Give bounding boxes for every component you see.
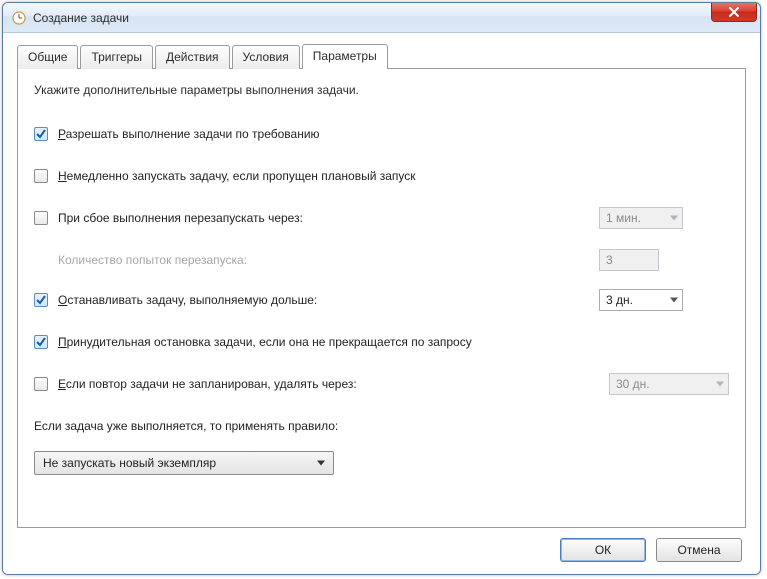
spin-restart-count-value: 3 bbox=[606, 253, 613, 267]
checkbox-stop-if-longer[interactable] bbox=[34, 293, 48, 307]
combo-restart-interval-value: 1 мин. bbox=[606, 211, 641, 225]
label-run-if-missed: Немедленно запускать задачу, если пропущ… bbox=[58, 169, 416, 183]
checkbox-restart-on-fail[interactable] bbox=[34, 211, 48, 225]
row-restart-on-fail: При сбое выполнения перезапускать через:… bbox=[34, 207, 729, 229]
row-run-if-missed: Немедленно запускать задачу, если пропущ… bbox=[34, 165, 729, 187]
tab-actions[interactable]: Действия bbox=[155, 45, 230, 69]
dialog-window: Создание задачи Общие Триггеры Действия … bbox=[2, 2, 761, 575]
label-delete-after: Если повтор задачи не запланирован, удал… bbox=[58, 377, 357, 391]
checkbox-force-stop[interactable] bbox=[34, 335, 48, 349]
chevron-down-icon bbox=[670, 298, 678, 303]
spin-restart-count: 3 bbox=[599, 249, 659, 271]
button-bar: ОК Отмена bbox=[17, 528, 746, 562]
tab-panel-settings: Укажите дополнительные параметры выполне… bbox=[17, 68, 746, 528]
combo-stop-duration-value: 3 дн. bbox=[606, 293, 633, 307]
combo-delete-after-value: 30 дн. bbox=[616, 377, 650, 391]
window-title: Создание задачи bbox=[33, 11, 129, 25]
label-allow-on-demand: Разрешать выполнение задачи по требовани… bbox=[58, 127, 320, 141]
chevron-down-icon bbox=[716, 382, 724, 387]
app-icon bbox=[11, 10, 27, 26]
combo-restart-interval: 1 мин. bbox=[599, 207, 683, 229]
combo-running-rule-value: Не запускать новый экземпляр bbox=[43, 456, 216, 470]
checkbox-delete-after[interactable] bbox=[34, 377, 48, 391]
label-restart-count: Количество попыток перезапуска: bbox=[58, 253, 247, 267]
chevron-down-icon bbox=[317, 461, 325, 466]
panel-description: Укажите дополнительные параметры выполне… bbox=[34, 83, 729, 97]
combo-delete-after: 30 дн. bbox=[609, 373, 729, 395]
checkbox-run-if-missed[interactable] bbox=[34, 169, 48, 183]
combo-running-rule[interactable]: Не запускать новый экземпляр bbox=[34, 451, 334, 475]
cancel-button[interactable]: Отмена bbox=[656, 538, 742, 562]
tab-settings[interactable]: Параметры bbox=[302, 44, 388, 69]
row-restart-count: Количество попыток перезапуска: 3 bbox=[34, 249, 729, 271]
close-button[interactable] bbox=[711, 2, 757, 22]
tabstrip: Общие Триггеры Действия Условия Параметр… bbox=[17, 43, 746, 68]
label-force-stop: Принудительная остановка задачи, если он… bbox=[58, 335, 472, 349]
client-area: Общие Триггеры Действия Условия Параметр… bbox=[3, 33, 760, 574]
row-force-stop: Принудительная остановка задачи, если он… bbox=[34, 331, 729, 353]
chevron-down-icon bbox=[670, 216, 678, 221]
row-rule-label: Если задача уже выполняется, то применят… bbox=[34, 415, 729, 437]
tab-conditions[interactable]: Условия bbox=[232, 45, 300, 69]
row-delete-after: Если повтор задачи не запланирован, удал… bbox=[34, 373, 729, 395]
checkbox-allow-on-demand[interactable] bbox=[34, 127, 48, 141]
label-restart-on-fail: При сбое выполнения перезапускать через: bbox=[58, 211, 303, 225]
label-running-rule: Если задача уже выполняется, то применят… bbox=[34, 419, 338, 433]
titlebar: Создание задачи bbox=[3, 3, 760, 33]
row-allow-on-demand: Разрешать выполнение задачи по требовани… bbox=[34, 123, 729, 145]
row-stop-if-longer: Останавливать задачу, выполняемую дольше… bbox=[34, 289, 729, 311]
row-rule-combo: Не запускать новый экземпляр bbox=[34, 451, 729, 475]
combo-stop-duration[interactable]: 3 дн. bbox=[599, 289, 683, 311]
tab-general[interactable]: Общие bbox=[17, 45, 78, 69]
label-stop-if-longer: Останавливать задачу, выполняемую дольше… bbox=[58, 293, 317, 307]
ok-button[interactable]: ОК bbox=[560, 538, 646, 562]
tab-triggers[interactable]: Триггеры bbox=[80, 45, 153, 69]
